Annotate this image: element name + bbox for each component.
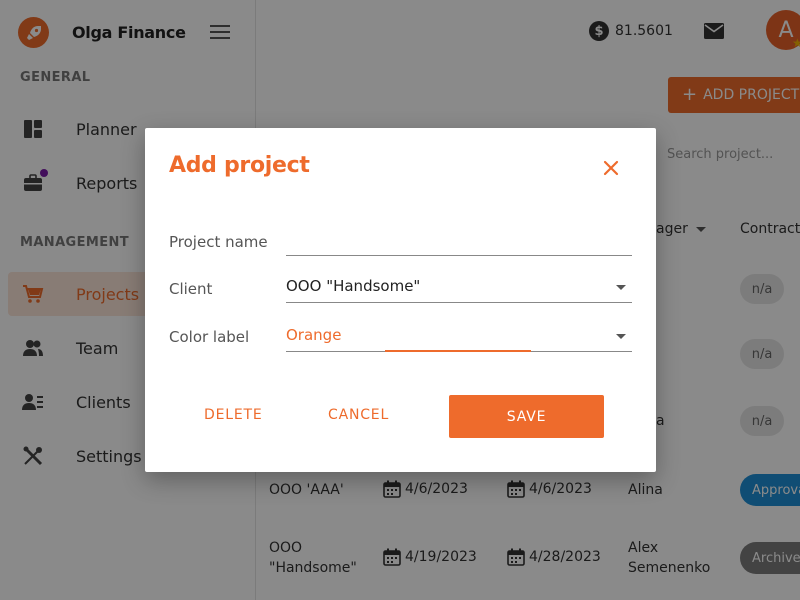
dialog-title: Add project bbox=[169, 153, 310, 178]
client-select[interactable]: OOO "Handsome" bbox=[286, 273, 632, 303]
project-name-label: Project name bbox=[169, 233, 268, 251]
cancel-button[interactable]: CANCEL bbox=[328, 407, 389, 423]
save-button[interactable]: SAVE bbox=[449, 395, 604, 438]
client-select-value: OOO "Handsome" bbox=[286, 277, 421, 295]
project-name-input[interactable] bbox=[286, 226, 632, 256]
chevron-down-icon bbox=[616, 334, 626, 339]
delete-button[interactable]: DELETE bbox=[204, 407, 262, 423]
close-icon[interactable] bbox=[601, 158, 621, 178]
client-label: Client bbox=[169, 280, 213, 298]
add-project-dialog: Add project Project name Client OOO "Han… bbox=[145, 128, 656, 472]
focus-underline bbox=[385, 350, 531, 352]
color-label-select-value: Orange bbox=[286, 326, 342, 344]
chevron-down-icon bbox=[616, 285, 626, 290]
color-label-select[interactable]: Orange bbox=[286, 322, 632, 352]
color-label-label: Color label bbox=[169, 328, 250, 346]
